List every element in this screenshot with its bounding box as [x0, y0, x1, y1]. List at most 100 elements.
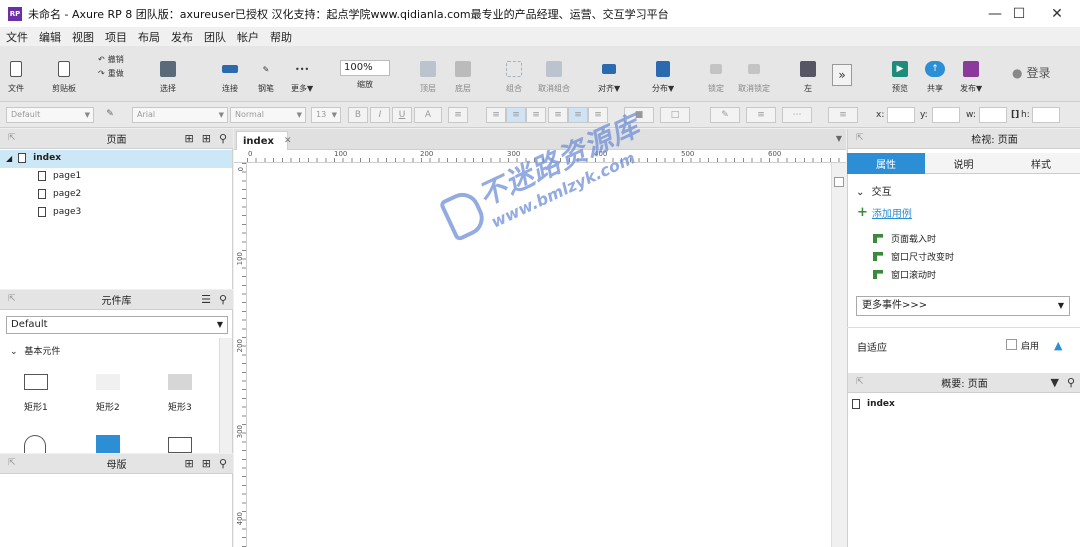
tab-properties[interactable]: 属性	[847, 153, 925, 174]
event-window-resize[interactable]: 窗口尺寸改变时	[873, 250, 954, 263]
expand-toolbar-button[interactable]: »	[832, 64, 852, 86]
undo-button[interactable]: ↶ 撤销	[98, 54, 124, 65]
close-tab-icon[interactable]: ✕	[284, 136, 292, 146]
share-button[interactable]: ↑ 共享	[925, 58, 945, 94]
bring-to-top-button[interactable]: 顶层	[420, 58, 436, 94]
widgets-scrollbar[interactable]	[219, 338, 232, 453]
menu-file[interactable]: 文件	[6, 29, 28, 45]
publish-button[interactable]: 发布▼	[960, 58, 982, 94]
more-button[interactable]: ••• 更多▼	[291, 58, 313, 94]
page-item[interactable]: page2	[38, 189, 81, 199]
menu-view[interactable]: 视图	[72, 29, 94, 45]
scrollbar-thumb[interactable]	[834, 177, 844, 187]
add-folder-icon[interactable]: ⊞	[202, 457, 211, 470]
font-select[interactable]: Arial ▼	[132, 107, 228, 123]
page-item[interactable]: page1	[38, 171, 81, 181]
search-icon[interactable]: ⚲	[219, 457, 227, 470]
italic-button[interactable]: I	[370, 107, 390, 123]
align-center-button[interactable]: ≡	[506, 107, 526, 123]
search-icon[interactable]: ⚲	[1067, 376, 1075, 389]
fill-color-button[interactable]: ■	[624, 107, 654, 123]
h-input[interactable]	[1032, 107, 1060, 123]
unlock-button[interactable]: 取消锁定	[738, 58, 770, 94]
menu-edit[interactable]: 编辑	[39, 29, 61, 45]
adaptive-settings-icon[interactable]: ▲	[1054, 339, 1062, 352]
group-button[interactable]: 组合	[506, 58, 522, 94]
valign-top-button[interactable]: ≡	[548, 107, 568, 123]
bold-button[interactable]: B	[348, 107, 368, 123]
align-right-button[interactable]: ≡	[526, 107, 546, 123]
valign-middle-button[interactable]: ≡	[568, 107, 588, 123]
event-window-scroll[interactable]: 窗口滚动时	[873, 268, 936, 281]
font-size-select[interactable]: 13 ▼	[311, 107, 341, 123]
pin-icon[interactable]: ⇱	[856, 133, 864, 143]
pin-icon[interactable]: ⇱	[8, 133, 16, 143]
collapse-triangle-icon[interactable]: ◢	[6, 154, 12, 163]
file-button[interactable]: 文件	[8, 58, 24, 94]
interactions-section[interactable]: ⌄ 交互	[856, 183, 892, 198]
redo-button[interactable]: ↷ 重做	[98, 68, 124, 79]
login-button[interactable]: ● 登录	[1012, 64, 1051, 81]
menu-account[interactable]: 帐户	[237, 29, 259, 45]
tab-menu-arrow-icon[interactable]: ▼	[836, 134, 842, 143]
tab-notes[interactable]: 说明	[925, 153, 1002, 174]
menu-team[interactable]: 团队	[204, 29, 226, 45]
menu-project[interactable]: 项目	[105, 29, 127, 45]
placeholder-widget[interactable]	[168, 437, 192, 453]
underline-button[interactable]: U	[392, 107, 412, 123]
rectangle2-widget[interactable]	[96, 374, 120, 390]
rectangle3-widget[interactable]	[168, 374, 192, 390]
pin-icon[interactable]: ⇱	[8, 458, 16, 468]
close-button[interactable]: ✕	[1034, 0, 1080, 27]
tab-style[interactable]: 样式	[1002, 153, 1080, 174]
tab-index[interactable]: index ✕	[236, 131, 291, 150]
line-width-button[interactable]: ≡	[746, 107, 776, 123]
format-painter-icon[interactable]: ✎	[100, 107, 120, 123]
x-input[interactable]	[887, 107, 915, 123]
image-widget[interactable]	[96, 435, 120, 453]
valign-bottom-button[interactable]: ≡	[588, 107, 608, 123]
add-master-icon[interactable]: ⊞	[185, 457, 194, 470]
filter-icon[interactable]: ▼	[1050, 376, 1058, 389]
search-icon[interactable]: ⚲	[219, 132, 227, 145]
menu-icon[interactable]: ☰	[201, 293, 211, 306]
search-icon[interactable]: ⚲	[219, 293, 227, 306]
outline-item-index[interactable]: index	[852, 399, 895, 409]
ellipse-widget[interactable]	[24, 435, 46, 453]
menu-publish[interactable]: 发布	[171, 29, 193, 45]
canvas-scrollbar[interactable]	[831, 163, 846, 547]
select-button[interactable]: 选择	[160, 58, 176, 94]
event-page-load[interactable]: 页面载入时	[873, 232, 936, 245]
distribute-button[interactable]: 分布▼	[652, 58, 674, 94]
font-weight-select[interactable]: Normal ▼	[230, 107, 306, 123]
enable-adaptive-checkbox[interactable]	[1006, 339, 1017, 350]
y-input[interactable]	[932, 107, 960, 123]
lock-ratio-icon[interactable]: []	[1011, 110, 1019, 120]
add-folder-icon[interactable]: ⊞	[202, 132, 211, 145]
widget-section[interactable]: ⌄ 基本元件	[10, 344, 60, 357]
design-canvas[interactable]	[247, 163, 831, 547]
line-style-button[interactable]: ⋯	[782, 107, 812, 123]
zoom-control[interactable]: 100% 缩放	[340, 60, 390, 90]
add-page-icon[interactable]: ⊞	[185, 132, 194, 145]
left-panel-button[interactable]: 左	[800, 58, 816, 94]
preview-button[interactable]: ▶ 预览	[892, 58, 908, 94]
style-select[interactable]: Default ▼	[6, 107, 94, 123]
lock-button[interactable]: 锁定	[708, 58, 724, 94]
pin-icon[interactable]: ⇱	[8, 294, 16, 304]
more-events-select[interactable]: 更多事件>>> ▼	[856, 296, 1070, 316]
w-input[interactable]	[979, 107, 1007, 123]
bullet-button[interactable]: ≡	[448, 107, 468, 123]
line-color-button[interactable]: ✎	[710, 107, 740, 123]
page-item[interactable]: page3	[38, 207, 81, 217]
pin-icon[interactable]: ⇱	[856, 377, 864, 387]
library-select[interactable]: Default ▼	[6, 316, 228, 334]
ungroup-button[interactable]: 取消组合	[538, 58, 570, 94]
page-index[interactable]: ◢ index	[6, 153, 61, 163]
rectangle1-widget[interactable]	[24, 374, 48, 390]
send-to-bottom-button[interactable]: 底层	[455, 58, 471, 94]
menu-help[interactable]: 帮助	[270, 29, 292, 45]
align-left-button[interactable]: ≡	[486, 107, 506, 123]
zoom-select[interactable]: 100%	[340, 60, 390, 76]
arrow-style-button[interactable]: ≡	[828, 107, 858, 123]
